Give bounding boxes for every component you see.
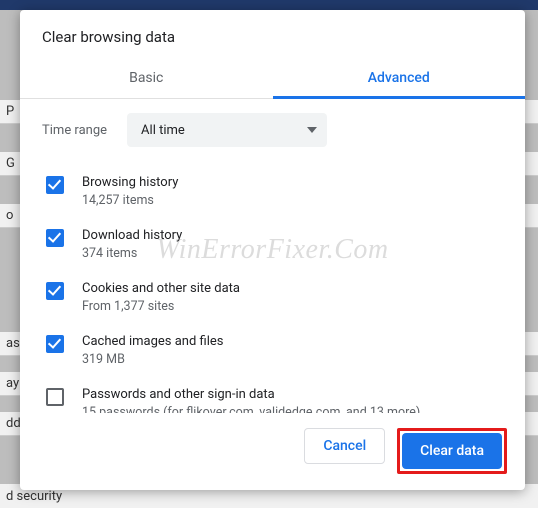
option-browsing-history: Browsing history 14,257 items xyxy=(42,165,509,218)
time-range-row: Time range All time xyxy=(42,113,509,147)
option-cookies: Cookies and other site data From 1,377 s… xyxy=(42,271,509,324)
clear-data-button[interactable]: Clear data xyxy=(402,433,502,469)
option-cached-images: Cached images and files 319 MB xyxy=(42,324,509,377)
option-subtitle: 374 items xyxy=(82,246,182,261)
checkbox-passwords[interactable] xyxy=(46,388,64,406)
clear-browsing-data-dialog: Clear browsing data Basic Advanced Time … xyxy=(20,10,525,490)
option-title: Browsing history xyxy=(82,175,178,190)
checkbox-download-history[interactable] xyxy=(46,229,64,247)
tab-basic[interactable]: Basic xyxy=(20,60,273,98)
option-subtitle: From 1,377 sites xyxy=(82,299,240,314)
option-title: Download history xyxy=(82,228,182,243)
options-scroll-area[interactable]: Time range All time Browsing history 14,… xyxy=(20,99,525,413)
dialog-title: Clear browsing data xyxy=(20,10,525,60)
time-range-label: Time range xyxy=(42,123,107,138)
tab-advanced[interactable]: Advanced xyxy=(273,60,526,98)
chevron-down-icon xyxy=(307,127,317,133)
checkbox-cached-images[interactable] xyxy=(46,335,64,353)
cancel-button[interactable]: Cancel xyxy=(304,428,385,464)
checkbox-cookies[interactable] xyxy=(46,282,64,300)
option-title: Cookies and other site data xyxy=(82,281,240,296)
option-title: Passwords and other sign-in data xyxy=(82,387,420,402)
option-subtitle: 14,257 items xyxy=(82,193,178,208)
time-range-select[interactable]: All time xyxy=(127,113,327,147)
checkbox-browsing-history[interactable] xyxy=(46,176,64,194)
dialog-footer: Cancel Clear data xyxy=(20,413,525,490)
time-range-value: All time xyxy=(141,123,185,138)
dialog-tabs: Basic Advanced xyxy=(20,60,525,99)
option-subtitle: 319 MB xyxy=(82,352,223,367)
option-subtitle: 15 passwords (for flikover.com, validedg… xyxy=(82,405,420,413)
option-title: Cached images and files xyxy=(82,334,223,349)
clear-data-highlight: Clear data xyxy=(397,428,507,474)
window-titlebar-strip xyxy=(0,0,538,10)
option-passwords: Passwords and other sign-in data 15 pass… xyxy=(42,377,509,413)
option-download-history: Download history 374 items xyxy=(42,218,509,271)
